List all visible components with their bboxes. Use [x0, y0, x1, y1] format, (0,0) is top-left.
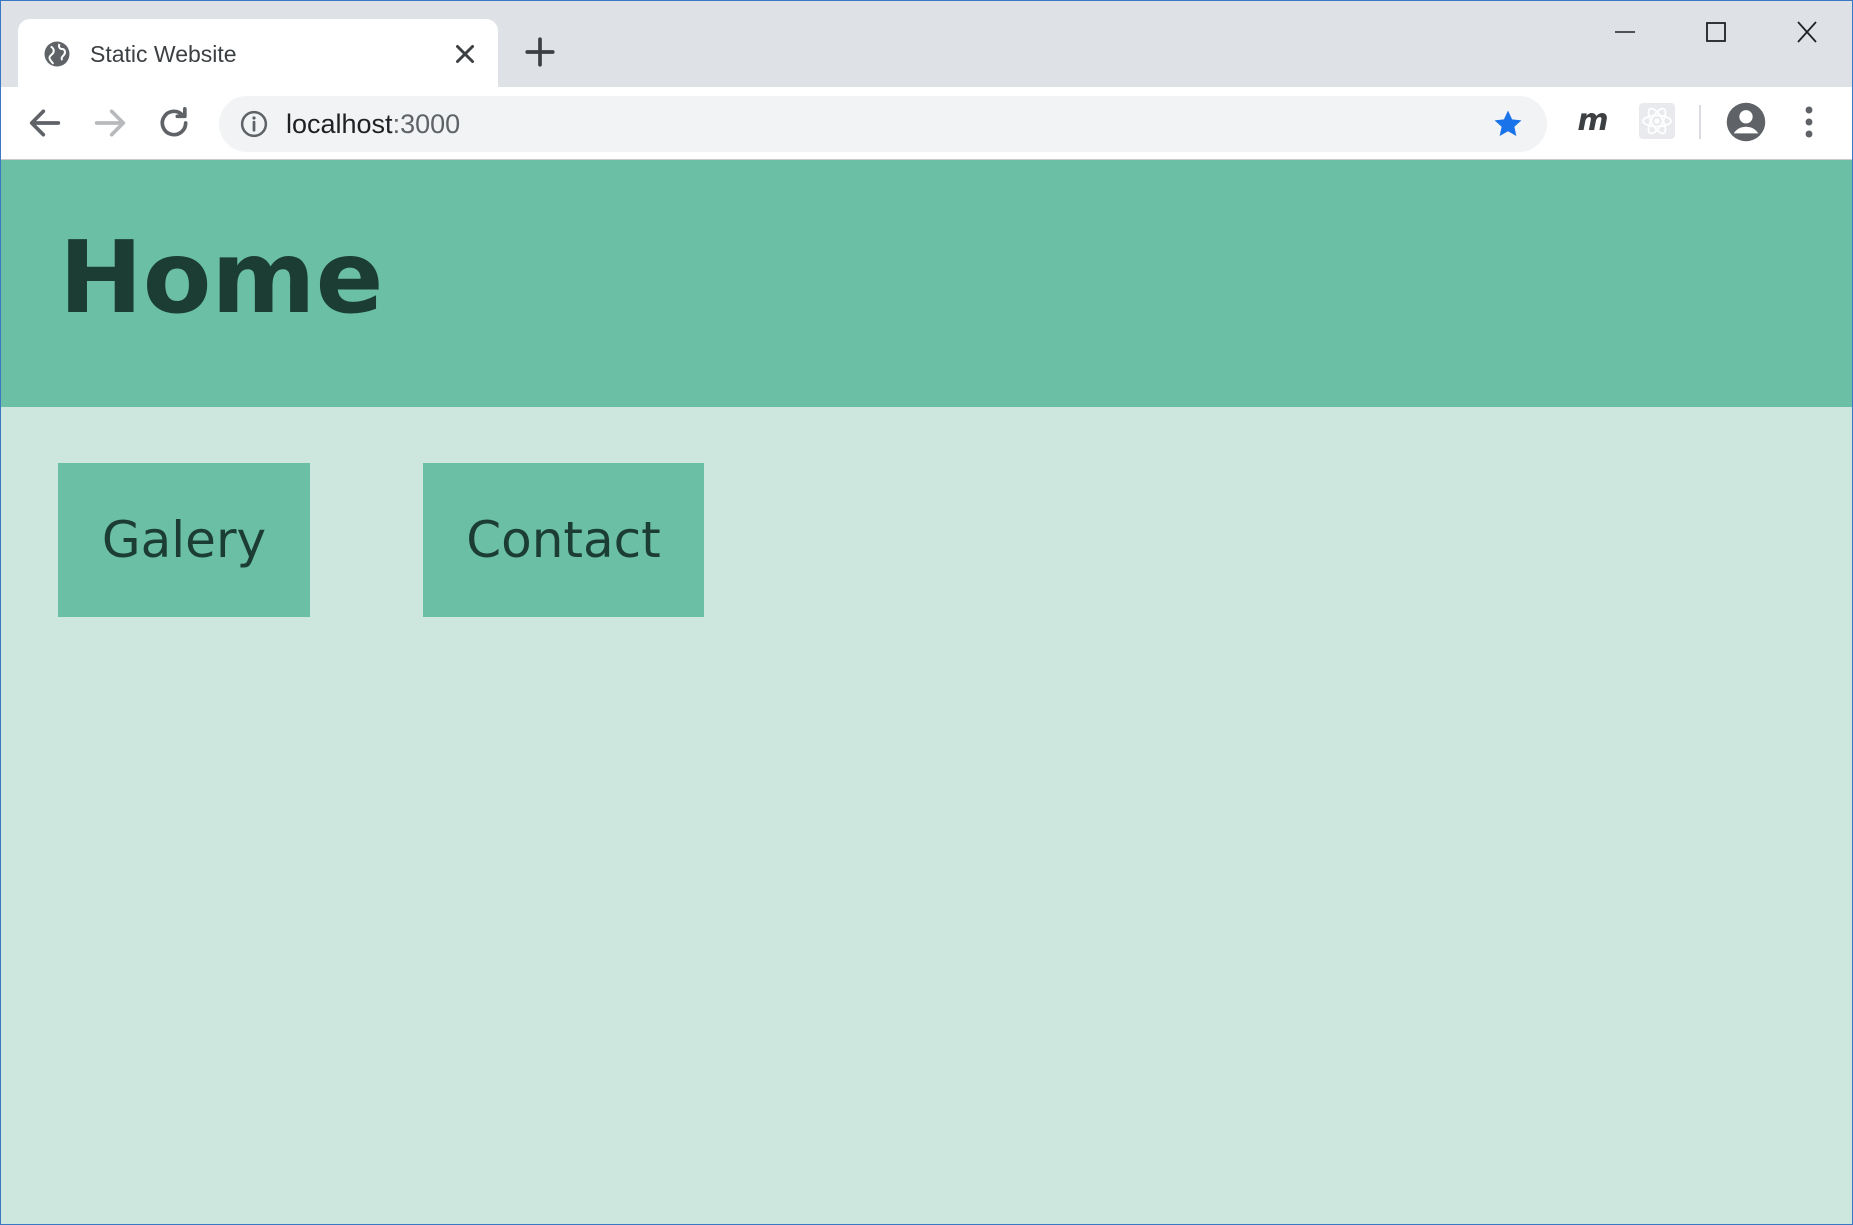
- window-close-icon[interactable]: [1777, 13, 1837, 53]
- more-vert-icon[interactable]: [1791, 101, 1827, 143]
- extension-m-icon[interactable]: m: [1573, 101, 1613, 141]
- minimize-icon[interactable]: [1595, 13, 1655, 53]
- star-icon[interactable]: [1491, 107, 1525, 141]
- tab-strip: Static Website: [1, 1, 1852, 87]
- browser-window: Static Website localhost:3000 m Home Gal…: [0, 0, 1853, 1225]
- page-title: Home: [59, 219, 384, 336]
- url-text[interactable]: localhost:3000: [286, 107, 460, 141]
- browser-toolbar: localhost:3000 m: [1, 87, 1852, 160]
- account-circle-icon[interactable]: [1725, 101, 1767, 143]
- close-icon[interactable]: [450, 39, 480, 69]
- galery-link[interactable]: Galery: [58, 463, 310, 617]
- back-arrow-icon[interactable]: [25, 103, 65, 143]
- contact-link[interactable]: Contact: [423, 463, 704, 617]
- react-icon[interactable]: [1637, 101, 1677, 141]
- forward-arrow-icon[interactable]: [90, 103, 130, 143]
- new-tab-plus-icon[interactable]: [523, 35, 557, 69]
- info-icon[interactable]: [239, 109, 269, 139]
- tab-static-website[interactable]: Static Website: [18, 19, 498, 87]
- reload-icon[interactable]: [154, 103, 194, 143]
- maximize-icon[interactable]: [1686, 13, 1746, 53]
- toolbar-divider: [1699, 105, 1701, 139]
- url-host: localhost: [286, 109, 393, 139]
- url-port: :3000: [392, 109, 461, 139]
- page-header: Home: [1, 160, 1852, 407]
- page-content: Home Galery Contact: [1, 160, 1852, 1224]
- tab-title: Static Website: [90, 41, 237, 67]
- address-bar[interactable]: localhost:3000: [219, 96, 1547, 152]
- globe-icon: [44, 41, 70, 67]
